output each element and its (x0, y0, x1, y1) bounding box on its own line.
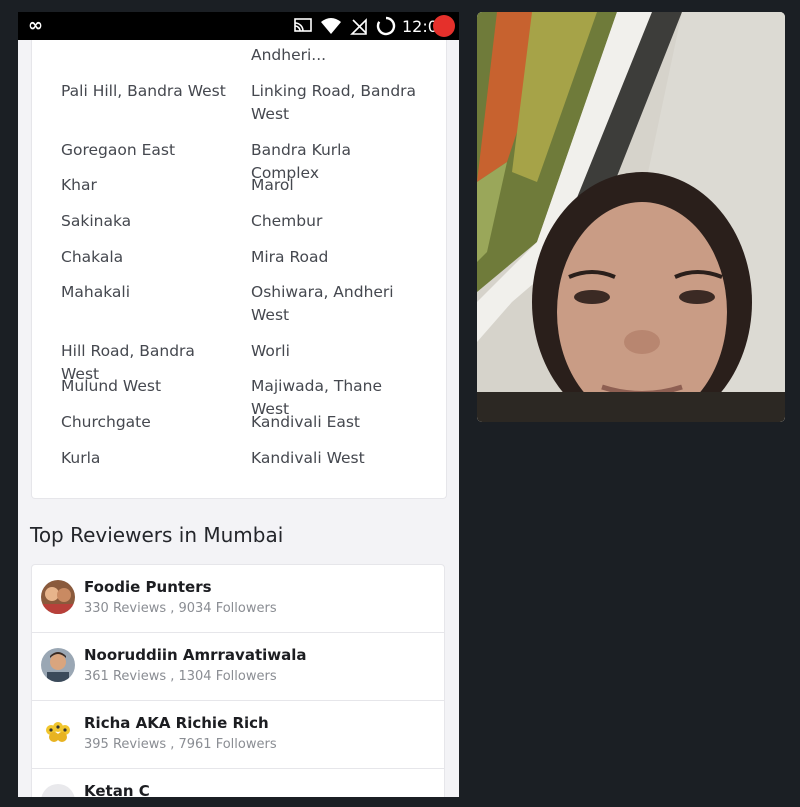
reviewer-name: Foodie Punters (84, 578, 212, 596)
locality-link[interactable]: Churchgate (61, 411, 233, 434)
reviewer-item[interactable]: Foodie Punters 330 Reviews , 9034 Follow… (31, 564, 445, 632)
locality-link[interactable]: Khar (61, 174, 233, 197)
wifi-icon (321, 18, 341, 34)
cast-icon (294, 18, 312, 32)
section-title: Top Reviewers in Mumbai (30, 523, 284, 547)
avatar (41, 580, 75, 614)
webcam-video (477, 12, 785, 422)
locality-link[interactable]: Mulund West (61, 375, 233, 398)
reviewer-item[interactable]: Nooruddiin Amrravatiwala 361 Reviews , 1… (31, 632, 445, 700)
avatar (41, 648, 75, 682)
reviewer-stats: 330 Reviews , 9034 Followers (84, 601, 277, 616)
page-content: Andheri... Linking Road, Bandra West Ban… (18, 40, 459, 797)
recording-indicator (433, 15, 455, 37)
locality-link[interactable]: Kandivali West (251, 447, 423, 470)
sync-icon (376, 16, 396, 36)
locality-link[interactable]: Goregaon East (61, 139, 233, 162)
avatar (41, 716, 75, 750)
locality-link[interactable]: Pali Hill, Bandra West (61, 80, 233, 103)
locality-link[interactable]: Andheri... (251, 44, 423, 67)
reviewer-name: Nooruddiin Amrravatiwala (84, 646, 307, 664)
signal-icon (350, 18, 367, 35)
locality-link[interactable]: Oshiwara, Andheri West (251, 281, 423, 327)
reviewer-list: Foodie Punters 330 Reviews , 9034 Follow… (31, 564, 445, 797)
locality-link[interactable]: Mahakali (61, 281, 233, 304)
locality-link[interactable]: Kandivali East (251, 411, 423, 434)
webcam-feed-image (477, 12, 785, 422)
avatar (41, 784, 75, 797)
locality-link[interactable]: Worli (251, 340, 423, 363)
status-bar: ∞ 12:0 (18, 12, 459, 40)
locality-link[interactable]: Kurla (61, 447, 233, 470)
locality-link[interactable]: Marol (251, 174, 423, 197)
locality-link[interactable]: Chakala (61, 246, 233, 269)
reviewer-name: Ketan C (84, 782, 150, 797)
reviewer-item[interactable]: Richa AKA Richie Rich 395 Reviews , 7961… (31, 700, 445, 768)
locality-link[interactable]: Linking Road, Bandra West (251, 80, 423, 126)
reviewer-stats: 361 Reviews , 1304 Followers (84, 669, 277, 684)
infinity-icon: ∞ (28, 15, 43, 36)
localities-card: Andheri... Linking Road, Bandra West Ban… (31, 40, 447, 499)
locality-link[interactable]: Mira Road (251, 246, 423, 269)
phone-screen: ∞ 12:0 Andheri... Linking Road, Bandra W… (18, 12, 459, 797)
locality-link[interactable]: Chembur (251, 210, 423, 233)
reviewer-item[interactable]: Ketan C (31, 768, 445, 797)
locality-link[interactable]: Sakinaka (61, 210, 233, 233)
reviewer-name: Richa AKA Richie Rich (84, 714, 269, 732)
reviewer-stats: 395 Reviews , 7961 Followers (84, 737, 277, 752)
